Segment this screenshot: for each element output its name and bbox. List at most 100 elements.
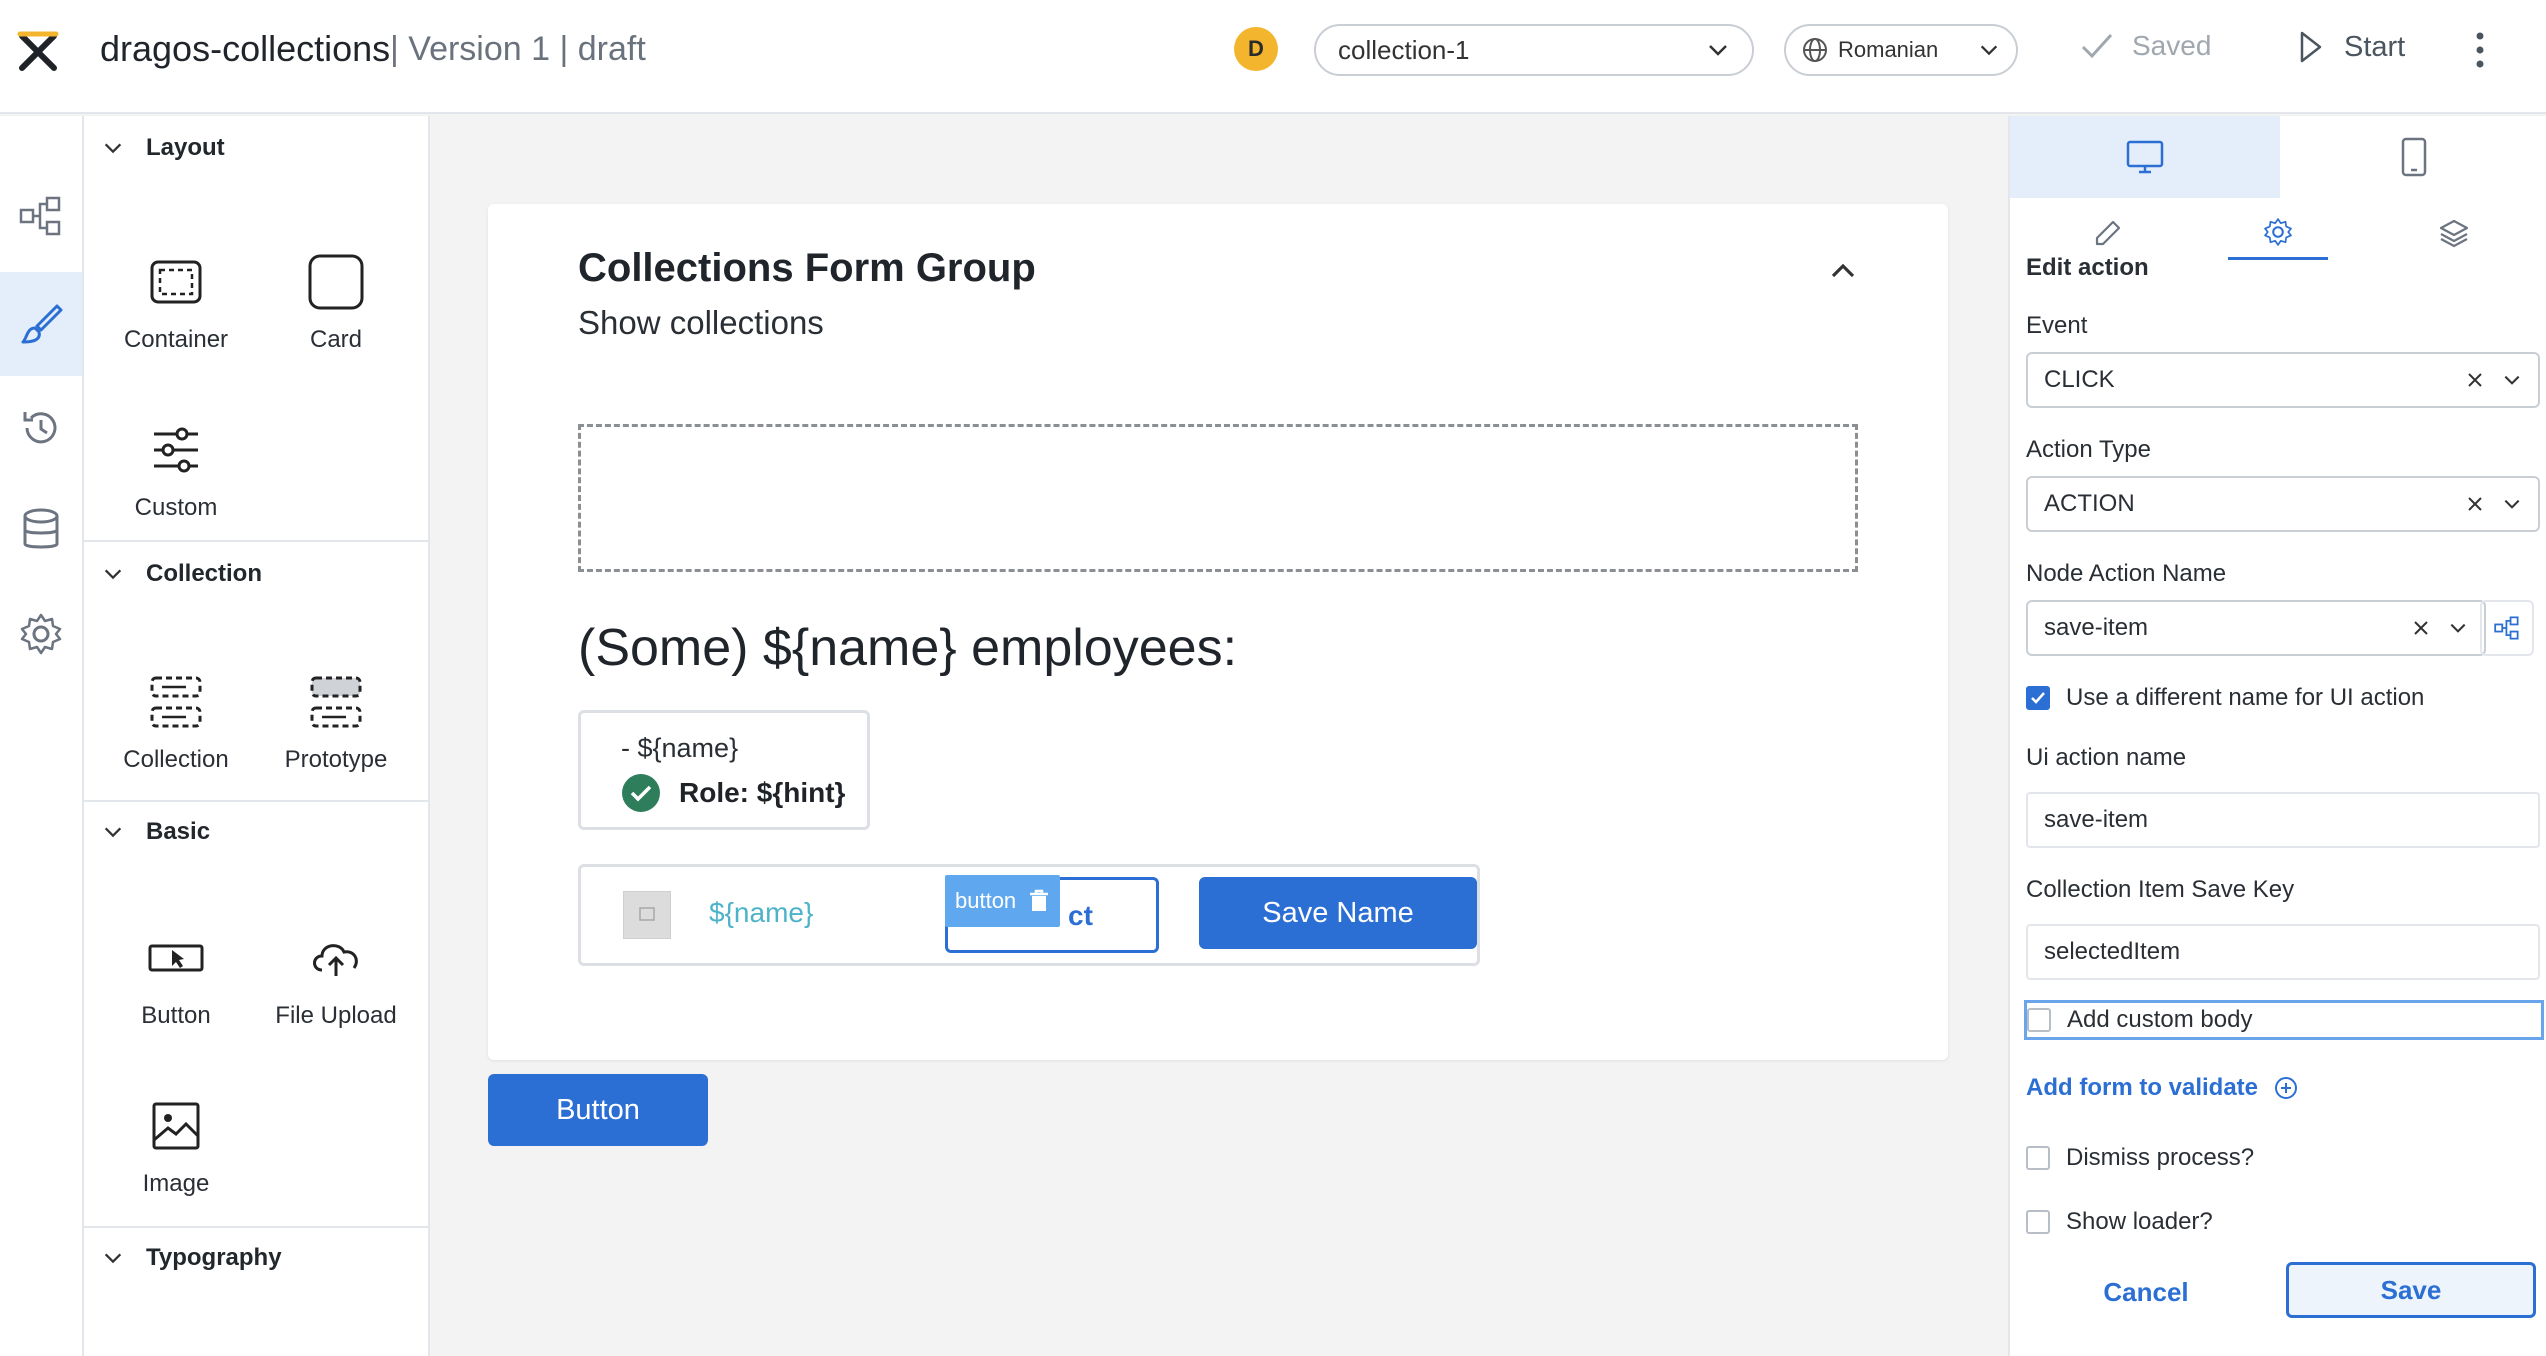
- add-custom-body-checkbox[interactable]: Add custom body: [2024, 1000, 2544, 1040]
- desktop-view-tab[interactable]: [2010, 116, 2280, 198]
- collection-select[interactable]: collection-1: [1314, 24, 1754, 76]
- palette-item-image[interactable]: Image: [96, 1096, 256, 1198]
- action-type-select[interactable]: ACTION: [2026, 476, 2540, 532]
- palette-item-file-upload[interactable]: File Upload: [256, 928, 416, 1030]
- version-label: | Version 1 | draft: [390, 30, 646, 68]
- node-tree-icon: [2494, 616, 2519, 640]
- rail-ui-designer[interactable]: [0, 272, 82, 376]
- canvas-button[interactable]: Button: [488, 1074, 708, 1146]
- row-name-text: ${name}: [709, 897, 814, 928]
- top-bar: dragos-collections | Version 1 | draft D…: [0, 0, 2546, 114]
- saved-label: Saved: [2132, 30, 2212, 61]
- palette-item-prototype[interactable]: Prototype: [256, 672, 416, 774]
- tab-properties[interactable]: [2058, 206, 2158, 260]
- palette-item-label: Container: [123, 326, 229, 353]
- empty-container-dropzone[interactable]: [578, 424, 1858, 572]
- user-avatar[interactable]: D: [1234, 27, 1278, 71]
- more-options-icon[interactable]: [2470, 28, 2490, 72]
- clear-icon[interactable]: [2412, 619, 2430, 637]
- globe-icon: [1803, 38, 1827, 62]
- section-basic[interactable]: Basic: [102, 818, 210, 846]
- flowx-logo[interactable]: [16, 30, 60, 74]
- palette-item-container[interactable]: Container: [96, 252, 256, 354]
- palette-item-label: Image: [142, 1170, 210, 1197]
- section-typography[interactable]: Typography: [102, 1244, 282, 1272]
- event-select[interactable]: CLICK: [2026, 352, 2540, 408]
- node-link-button[interactable]: [2480, 600, 2534, 656]
- palette-item-button[interactable]: Button: [96, 928, 256, 1030]
- clear-icon[interactable]: [2466, 371, 2484, 389]
- prototype-card[interactable]: - ${name} Role: ${hint}: [578, 710, 870, 830]
- palette-item-label: Collection: [123, 746, 229, 773]
- history-icon: [23, 412, 57, 444]
- section-divider: [84, 800, 428, 802]
- rail-history[interactable]: [0, 376, 82, 480]
- event-value: CLICK: [2044, 366, 2115, 393]
- rail-process-tree[interactable]: [0, 164, 82, 268]
- section-layout[interactable]: Layout: [102, 134, 225, 162]
- node-action-select[interactable]: save-item: [2026, 600, 2486, 656]
- dismiss-process-checkbox[interactable]: Dismiss process?: [2026, 1144, 2254, 1172]
- add-form-link-label: Add form to validate: [2026, 1074, 2259, 1101]
- components-palette: Layout Container Card Custom Collection …: [84, 116, 430, 1356]
- card-icon: [308, 254, 364, 310]
- section-divider: [84, 1226, 428, 1228]
- use-different-name-checkbox[interactable]: Use a different name for UI action: [2026, 684, 2424, 712]
- image-placeholder-icon: [623, 891, 671, 939]
- collection-select-value: collection-1: [1338, 34, 1470, 65]
- add-form-to-validate-link[interactable]: Add form to validate: [2026, 1074, 2298, 1102]
- save-key-label: Collection Item Save Key: [2026, 876, 2295, 903]
- chevron-down-icon: [104, 827, 122, 838]
- palette-item-collection[interactable]: Collection: [96, 672, 256, 774]
- checkbox-empty-icon: [2026, 1146, 2050, 1170]
- database-icon: [23, 508, 59, 549]
- component-tag-label: button: [955, 888, 1017, 913]
- check-circle-icon: [622, 774, 660, 812]
- tab-settings[interactable]: [2228, 206, 2328, 260]
- tab-layers[interactable]: [2404, 206, 2504, 260]
- ui-action-name-label: Ui action name: [2026, 744, 2187, 771]
- button-cursor-icon: [148, 944, 204, 972]
- save-name-button[interactable]: Save Name: [1199, 877, 1477, 949]
- trash-icon[interactable]: [1028, 889, 1050, 913]
- checkmark-icon: [2081, 33, 2113, 59]
- section-collection[interactable]: Collection: [102, 560, 262, 588]
- ui-action-name-input[interactable]: save-item: [2026, 792, 2540, 848]
- form-group-title: Collections Form Group: [578, 246, 1036, 290]
- event-label: Event: [2026, 312, 2088, 339]
- language-select-value: Romanian: [1838, 37, 1939, 62]
- prototype-icon: [310, 676, 362, 728]
- node-tree-icon: [19, 196, 61, 236]
- image-icon: [152, 1102, 200, 1150]
- collection-item-row[interactable]: ${name} ct button Save Name: [578, 864, 1480, 966]
- palette-item-custom[interactable]: Custom: [96, 420, 256, 522]
- chevron-down-icon: [104, 569, 122, 580]
- app-title: dragos-collections: [100, 28, 391, 69]
- paint-brush-icon: [21, 304, 63, 344]
- collection-icon: [150, 676, 202, 728]
- start-button[interactable]: Start: [2298, 30, 2405, 64]
- palette-item-card[interactable]: Card: [256, 252, 416, 354]
- rail-settings[interactable]: [0, 582, 82, 686]
- chevron-down-icon: [104, 1253, 122, 1264]
- cancel-button[interactable]: Cancel: [2070, 1268, 2222, 1316]
- saved-status: Saved: [2080, 30, 2211, 62]
- start-label: Start: [2344, 30, 2406, 63]
- clear-icon[interactable]: [2466, 495, 2484, 513]
- show-loader-checkbox[interactable]: Show loader?: [2026, 1208, 2213, 1236]
- play-icon: [2300, 31, 2322, 63]
- palette-item-label: Card: [309, 326, 363, 353]
- save-button[interactable]: Save: [2286, 1262, 2536, 1318]
- rail-data-model[interactable]: [0, 478, 82, 582]
- save-key-input[interactable]: selectedItem: [2026, 924, 2540, 980]
- language-select[interactable]: Romanian: [1784, 24, 2018, 76]
- form-group-card[interactable]: Collections Form Group Show collections …: [488, 204, 1948, 1060]
- chevron-down-icon: [2504, 375, 2520, 385]
- mobile-view-tab[interactable]: [2280, 116, 2546, 198]
- employees-heading: (Some) ${name} employees:: [578, 619, 1238, 677]
- chevron-up-icon[interactable]: [1828, 256, 1858, 286]
- ui-action-name-value: save-item: [2044, 806, 2149, 833]
- gear-icon: [20, 613, 62, 655]
- checkbox-checked-icon: [2026, 686, 2050, 710]
- section-basic-label: Basic: [146, 818, 211, 845]
